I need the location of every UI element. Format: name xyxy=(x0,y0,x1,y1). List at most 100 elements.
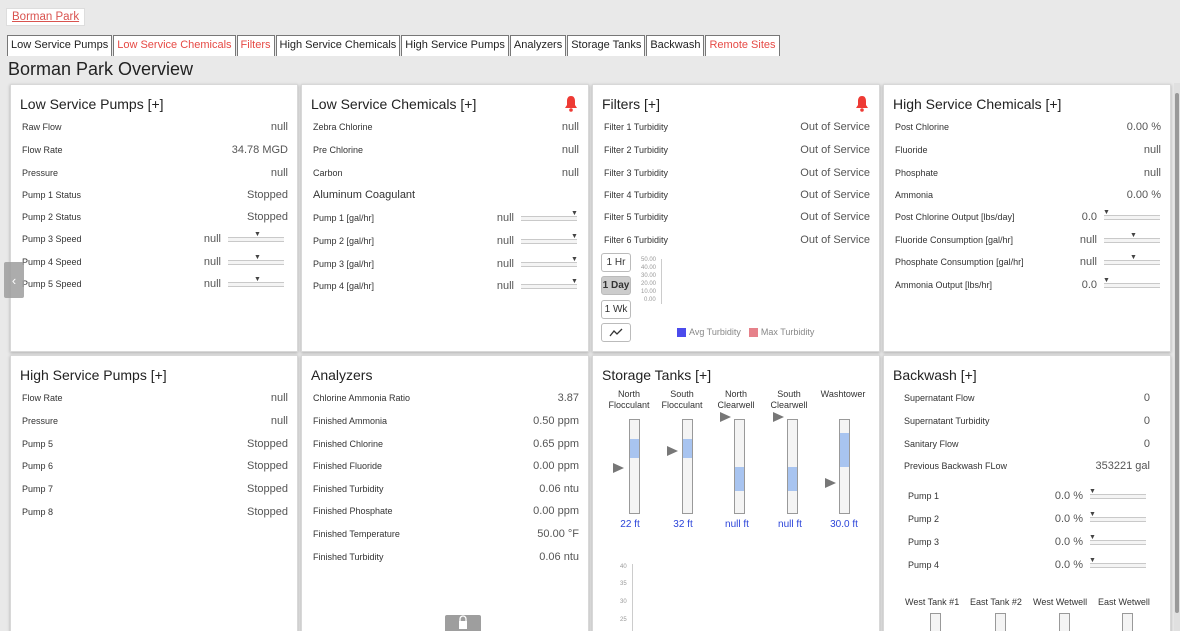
tank-name-line1: South xyxy=(777,389,801,399)
row-value: null xyxy=(561,167,579,179)
scroll-up-button[interactable] xyxy=(445,615,481,631)
row-value: 0.0 xyxy=(1081,279,1097,291)
tab-high-service-pumps[interactable]: High Service Pumps xyxy=(401,35,509,56)
data-row: Zebra Chlorine null xyxy=(313,118,579,136)
slider-knob-icon[interactable]: ▼ xyxy=(571,278,578,285)
well-label: West Wetwell xyxy=(1033,597,1088,607)
pump-slider[interactable]: ▼ xyxy=(1089,488,1146,499)
row-label: Pump 4 Speed xyxy=(22,257,82,267)
range-1wk-button[interactable]: 1 Wk xyxy=(601,300,631,319)
slider-knob-icon[interactable]: ▼ xyxy=(571,210,578,217)
card-title[interactable]: High Service Pumps [+] xyxy=(20,367,167,383)
speed-slider[interactable]: ▼ xyxy=(228,276,284,287)
row-label: Ammonia xyxy=(895,190,934,200)
row-value: 0 xyxy=(1143,392,1150,404)
card-title[interactable]: Filters [+] xyxy=(602,96,660,112)
slider-knob-icon[interactable]: ▼ xyxy=(254,276,261,283)
alarm-bell-icon[interactable] xyxy=(855,95,869,112)
tank-north-clearwell: North Clearwell xyxy=(706,389,766,411)
card-title: Analyzers xyxy=(311,367,373,383)
speed-slider[interactable]: ▼ xyxy=(228,254,284,265)
tank-level-value: 30.0 ft xyxy=(830,519,858,530)
slider-knob-icon[interactable]: ▼ xyxy=(1089,511,1096,518)
tab-analyzers[interactable]: Analyzers xyxy=(509,35,567,56)
range-1day-button[interactable]: 1 Day xyxy=(601,276,631,295)
pump-slider[interactable]: ▼ xyxy=(521,233,578,244)
tab-remote-sites[interactable]: Remote Sites xyxy=(705,35,780,56)
slider-knob-icon[interactable]: ▼ xyxy=(1130,232,1137,239)
output-slider[interactable]: ▼ xyxy=(1104,254,1160,265)
row-value: 0.0 % xyxy=(1054,513,1083,525)
tank-washtower: Washtower xyxy=(813,389,873,400)
slider-knob-icon[interactable]: ▼ xyxy=(254,231,261,238)
data-row: Filter 3 Turbidity Out of Service xyxy=(604,164,870,182)
row-label: Raw Flow xyxy=(22,122,62,132)
pump-slider[interactable]: ▼ xyxy=(1089,534,1146,545)
page-scrollbar[interactable] xyxy=(1174,83,1180,631)
chart-trend-button[interactable] xyxy=(601,323,631,342)
pump-slider[interactable]: ▼ xyxy=(521,278,578,289)
card-title[interactable]: Storage Tanks [+] xyxy=(602,367,711,383)
tab-low-service-chemicals[interactable]: Low Service Chemicals xyxy=(113,35,236,56)
data-row: Fluoride null xyxy=(895,141,1161,159)
output-slider[interactable]: ▼ xyxy=(1103,277,1160,288)
data-row: Supernatant Turbidity 0 xyxy=(904,412,1150,430)
tab-high-service-chemicals[interactable]: High Service Chemicals xyxy=(275,35,401,56)
data-row: Filter 6 Turbidity Out of Service xyxy=(604,231,870,249)
row-value: null xyxy=(1143,167,1161,179)
tab-storage-tanks[interactable]: Storage Tanks xyxy=(567,35,646,56)
speed-slider[interactable]: ▼ xyxy=(228,231,284,242)
data-row: Carbon null xyxy=(313,164,579,182)
row-label: Pre Chlorine xyxy=(313,145,364,155)
data-row: Pump 4 Speed null ▼ xyxy=(22,253,284,271)
slider-knob-icon[interactable]: ▼ xyxy=(1103,277,1110,284)
pump-slider[interactable]: ▼ xyxy=(1089,557,1146,568)
range-1hr-button[interactable]: 1 Hr xyxy=(601,253,631,272)
tab-filters[interactable]: Filters xyxy=(236,35,275,56)
y-tick-label: 0.00 xyxy=(644,297,656,303)
tank-level-value: 22 ft xyxy=(620,519,640,530)
slider-knob-icon[interactable]: ▼ xyxy=(1103,209,1110,216)
slider-knob-icon[interactable]: ▼ xyxy=(1089,534,1096,541)
slider-knob-icon[interactable]: ▼ xyxy=(571,233,578,240)
collapse-sidebar-button[interactable]: ‹ xyxy=(4,262,24,298)
row-label: Pump 3 xyxy=(908,537,940,547)
well-level-gauge xyxy=(1122,613,1133,631)
card-title[interactable]: Low Service Chemicals [+] xyxy=(311,96,476,112)
output-slider[interactable]: ▼ xyxy=(1103,209,1160,220)
breadcrumb-link-borman-park[interactable]: Borman Park xyxy=(12,11,79,23)
legend-label-max[interactable]: Max Turbidity xyxy=(761,327,815,337)
row-value: null xyxy=(496,235,514,247)
tab-backwash[interactable]: Backwash xyxy=(646,35,705,56)
card-high-service-pumps: High Service Pumps [+] Flow Rate null Pre… xyxy=(10,355,298,631)
card-title[interactable]: High Service Chemicals [+] xyxy=(893,96,1061,112)
data-row: Filter 1 Turbidity Out of Service xyxy=(604,118,870,136)
card-title[interactable]: Low Service Pumps [+] xyxy=(20,96,164,112)
slider-knob-icon[interactable]: ▼ xyxy=(1130,254,1137,261)
pump-slider[interactable]: ▼ xyxy=(1089,511,1146,522)
row-value: Out of Service xyxy=(800,167,870,179)
legend-label-avg[interactable]: Avg Turbidity xyxy=(689,327,741,337)
data-row: Pump 1 Status Stopped xyxy=(22,186,288,204)
setpoint-arrow-icon xyxy=(720,412,731,422)
scrollbar-thumb[interactable] xyxy=(1175,93,1179,613)
pump-slider[interactable]: ▼ xyxy=(521,256,578,267)
row-value: null xyxy=(203,256,221,268)
tank-level-fill xyxy=(683,439,692,458)
row-label: Pump 2 xyxy=(908,514,940,524)
slider-knob-icon[interactable]: ▼ xyxy=(254,254,261,261)
slider-knob-icon[interactable]: ▼ xyxy=(571,256,578,263)
well-label: East Tank #2 xyxy=(970,597,1022,607)
card-title[interactable]: Backwash [+] xyxy=(893,367,977,383)
data-row: Filter 5 Turbidity Out of Service xyxy=(604,208,870,226)
alarm-bell-icon[interactable] xyxy=(564,95,578,112)
slider-knob-icon[interactable]: ▼ xyxy=(1089,557,1096,564)
row-label: Carbon xyxy=(313,168,343,178)
pump-slider[interactable]: ▼ xyxy=(521,210,578,221)
tab-low-service-pumps[interactable]: Low Service Pumps xyxy=(7,35,113,56)
slider-knob-icon[interactable]: ▼ xyxy=(1089,488,1096,495)
row-label: Pump 3 [gal/hr] xyxy=(313,259,375,269)
row-value: Stopped xyxy=(247,506,288,518)
row-label: Previous Backwash FLow xyxy=(904,461,1008,471)
output-slider[interactable]: ▼ xyxy=(1104,232,1160,243)
